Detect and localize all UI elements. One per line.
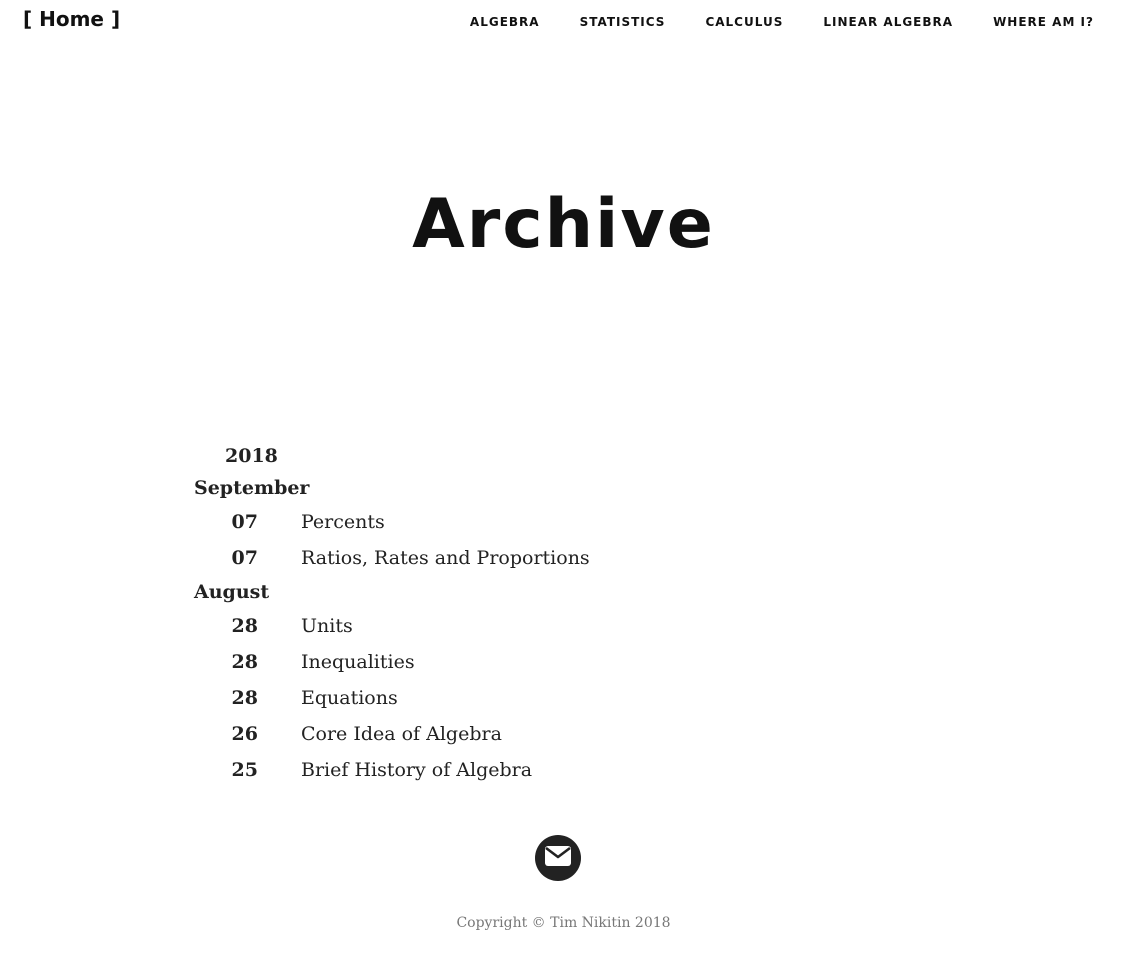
nav-link-statistics[interactable]: STATISTICS	[580, 15, 666, 29]
post-day: 28	[231, 687, 258, 709]
envelope-icon	[545, 846, 571, 870]
post-link-ratios[interactable]: Ratios, Rates and Proportions	[301, 540, 590, 576]
email-button[interactable]	[535, 835, 581, 881]
nav-link-calculus[interactable]: CALCULUS	[705, 15, 783, 29]
post-day: 28	[231, 651, 258, 673]
archive-post: 25 Brief History of Algebra	[194, 752, 894, 788]
copyright-text: Copyright © Tim Nikitin 2018	[456, 915, 671, 931]
archive-post: 26 Core Idea of Algebra	[194, 716, 894, 752]
post-link-percents[interactable]: Percents	[301, 504, 385, 540]
archive-post: 28 Units	[194, 608, 894, 644]
post-day: 28	[231, 615, 258, 637]
post-link-units[interactable]: Units	[301, 608, 353, 644]
post-day: 26	[231, 723, 258, 745]
archive-month-august: August	[194, 581, 270, 603]
nav-link-where-am-i[interactable]: WHERE AM I?	[993, 15, 1094, 29]
archive-post: 07 Percents	[194, 504, 894, 540]
post-link-core-idea[interactable]: Core Idea of Algebra	[301, 716, 502, 752]
post-day: 07	[231, 547, 258, 569]
nav-link-algebra[interactable]: ALGEBRA	[470, 15, 540, 29]
post-link-brief-history[interactable]: Brief History of Algebra	[301, 752, 532, 788]
nav-links: ALGEBRA STATISTICS CALCULUS LINEAR ALGEB…	[470, 15, 1094, 29]
home-link[interactable]: [ Home ]	[23, 7, 120, 31]
archive-month-september: September	[194, 477, 310, 499]
archive-list: 2018 September 07 Percents 07 Ratios, Ra…	[194, 440, 894, 788]
archive-year: 2018	[225, 445, 278, 467]
archive-post: 28 Equations	[194, 680, 894, 716]
nav-link-linear-algebra[interactable]: LINEAR ALGEBRA	[823, 15, 953, 29]
post-link-inequalities[interactable]: Inequalities	[301, 644, 415, 680]
post-day: 07	[231, 511, 258, 533]
navbar: [ Home ] ALGEBRA STATISTICS CALCULUS LIN…	[0, 0, 1127, 46]
post-link-equations[interactable]: Equations	[301, 680, 398, 716]
archive-post: 07 Ratios, Rates and Proportions	[194, 540, 894, 576]
archive-post: 28 Inequalities	[194, 644, 894, 680]
page-title: Archive	[412, 185, 715, 264]
post-day: 25	[231, 759, 258, 781]
